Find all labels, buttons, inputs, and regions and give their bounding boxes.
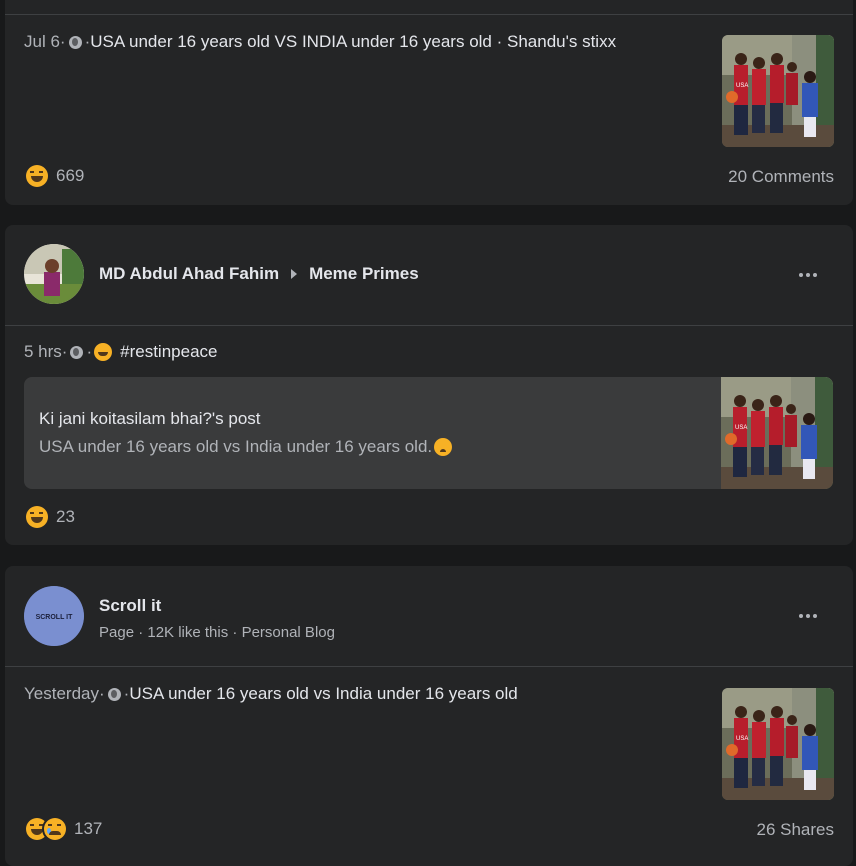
haha-reaction-icon — [26, 506, 48, 528]
reactions[interactable]: 137 — [26, 818, 102, 840]
shared-post-title[interactable]: Ki jani koitasilam bhai?'s post — [39, 409, 261, 429]
avatar[interactable] — [24, 244, 84, 304]
author-name[interactable]: Scroll it — [99, 596, 161, 616]
separator: · — [86, 342, 93, 361]
post-thumbnail[interactable] — [722, 688, 834, 800]
haha-reaction-icon — [26, 165, 48, 187]
more-options-icon[interactable] — [790, 263, 826, 287]
post-meta: 5 hrs · · #restinpeace — [24, 342, 217, 362]
grinning-sweat-emoji — [94, 343, 113, 361]
shared-post-text-row: USA under 16 years old vs India under 16… — [39, 437, 453, 457]
avatar[interactable]: SCROLL IT — [24, 586, 84, 646]
pleading-emoji — [434, 438, 453, 456]
post-card: MD Abdul Ahad Fahim Meme Primes 5 hrs · … — [5, 225, 853, 545]
post-header: MD Abdul Ahad Fahim Meme Primes — [99, 264, 419, 284]
reaction-count: 137 — [74, 819, 103, 838]
post-card: Jul 6 · · USA under 16 years old VS INDI… — [5, 0, 853, 205]
caret-right-icon — [291, 269, 298, 279]
shared-post-thumbnail[interactable] — [721, 377, 833, 489]
comments-count[interactable]: 20 Comments — [728, 167, 834, 187]
page-subtitle: Page · 12K like this · Personal Blog — [99, 624, 335, 641]
divider — [5, 14, 853, 15]
sad-reaction-icon — [44, 818, 66, 840]
reaction-count: 23 — [56, 507, 75, 526]
divider — [5, 325, 853, 326]
globe-icon — [70, 345, 84, 359]
group-name[interactable]: Meme Primes — [309, 264, 419, 284]
avatar-logo-text: SCROLL IT — [36, 614, 74, 621]
post-card: SCROLL IT Scroll it Page · 12K like this… — [5, 566, 853, 866]
shares-count[interactable]: 26 Shares — [757, 820, 835, 840]
author-name[interactable]: MD Abdul Ahad Fahim — [99, 264, 279, 284]
post-text: USA under 16 years old vs India under 16… — [129, 684, 518, 703]
post-meta: Yesterday · · USA under 16 years old vs … — [24, 684, 518, 704]
separator: · — [98, 684, 105, 703]
post-time[interactable]: Jul 6 — [24, 32, 60, 52]
post-time[interactable]: Yesterday — [24, 684, 99, 704]
separator: · — [61, 342, 68, 361]
globe-icon — [107, 687, 121, 701]
post-text: USA under 16 years old VS INDIA under 16… — [90, 32, 617, 51]
separator: · — [59, 32, 66, 51]
post-thumbnail[interactable] — [722, 35, 834, 147]
post-meta: Jul 6 · · USA under 16 years old VS INDI… — [24, 32, 616, 52]
reaction-count: 669 — [56, 166, 85, 185]
reactions[interactable]: 669 — [26, 165, 84, 187]
post-time[interactable]: 5 hrs — [24, 342, 62, 362]
hashtag[interactable]: #restinpeace — [120, 342, 217, 362]
shared-post-text: USA under 16 years old vs India under 16… — [39, 437, 433, 456]
globe-icon — [68, 35, 82, 49]
shared-post[interactable]: Ki jani koitasilam bhai?'s post USA unde… — [24, 377, 833, 489]
divider — [5, 666, 853, 667]
reactions[interactable]: 23 — [26, 506, 75, 528]
more-options-icon[interactable] — [790, 604, 826, 628]
